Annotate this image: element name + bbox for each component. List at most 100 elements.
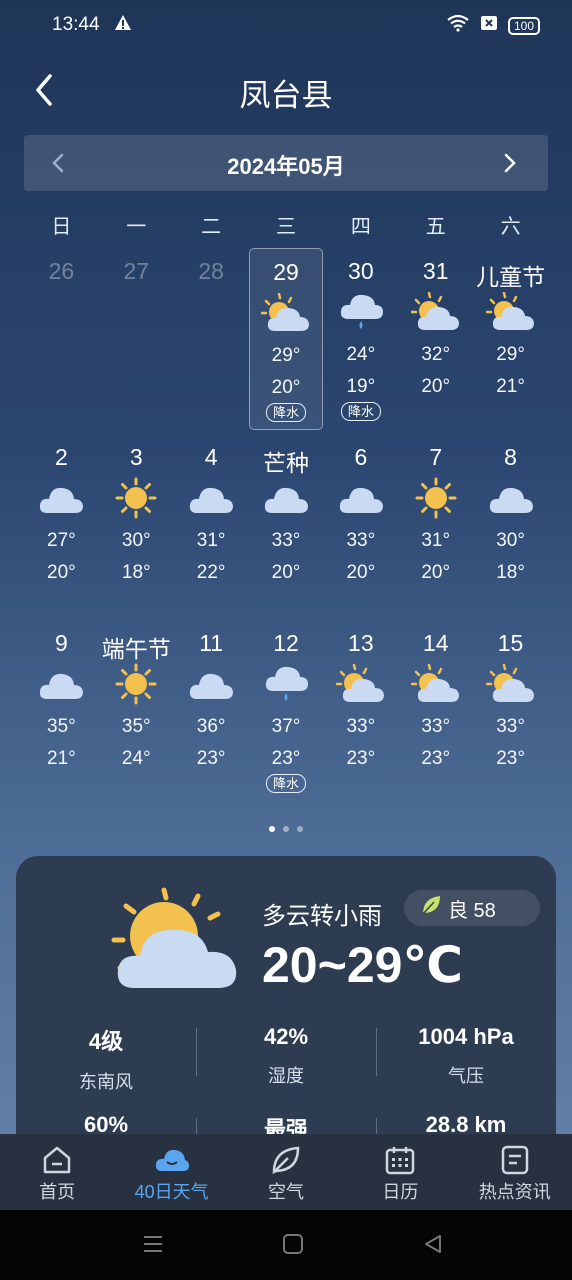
- next-month-button[interactable]: [500, 149, 524, 177]
- status-time: 13:44: [52, 14, 100, 35]
- day-number: 儿童节: [476, 264, 546, 290]
- day-number: 29: [273, 259, 299, 285]
- month-label: 2024年05月: [227, 154, 345, 179]
- aqi-value: 良 58: [448, 899, 496, 922]
- day-cell[interactable]: 芒种 33° 20°: [249, 434, 324, 620]
- low-temp: 20°: [421, 562, 451, 583]
- stat-value: 42%: [263, 1024, 309, 1049]
- sunny-icon: [99, 662, 174, 706]
- day-cell: 28: [174, 248, 249, 434]
- partly-cloudy-icon: [398, 290, 473, 334]
- low-temp: 20°: [346, 562, 376, 583]
- high-temp: 33°: [346, 530, 376, 551]
- low-temp: 20°: [271, 377, 301, 398]
- day-cell-selected[interactable]: 29 29° 20° 降水: [248, 248, 324, 430]
- weather-condition: 多云转小雨: [262, 903, 382, 930]
- weekday-label: 五: [425, 216, 446, 238]
- sim-off-icon: [480, 14, 498, 37]
- day-number: 8: [504, 444, 517, 470]
- day-number: 31: [422, 258, 449, 284]
- tab-home[interactable]: 首页: [0, 1134, 114, 1210]
- home-nav-icon[interactable]: [282, 1233, 304, 1260]
- aqi-badge[interactable]: 良 58: [404, 890, 540, 926]
- tab-40day[interactable]: 40日天气: [114, 1134, 228, 1210]
- stat-label: 湿度: [268, 1066, 304, 1086]
- day-cell[interactable]: 31 32° 20°: [398, 248, 473, 434]
- rain-icon: [249, 662, 324, 706]
- day-cell[interactable]: 3 30° 18°: [99, 434, 174, 620]
- news-icon: [458, 1142, 572, 1178]
- cloudy-icon: [24, 476, 99, 520]
- day-cell[interactable]: 7 31° 20°: [398, 434, 473, 620]
- battery-indicator: 100: [507, 16, 540, 35]
- tab-news[interactable]: 热点资讯: [458, 1134, 572, 1210]
- weekday-label: 二: [201, 216, 222, 238]
- day-number: 端午节: [101, 636, 171, 662]
- sunny-icon: [99, 476, 174, 520]
- partly-cloudy-icon: [250, 291, 323, 335]
- low-temp: 18°: [121, 562, 151, 583]
- day-cell[interactable]: 12 37° 23° 降水: [249, 620, 324, 806]
- day-cell[interactable]: 30 24° 19° 降水: [323, 248, 398, 434]
- day-number: 芒种: [262, 450, 309, 476]
- rain-badge: 降水: [265, 403, 306, 422]
- low-temp: 21°: [47, 748, 76, 769]
- stat-pressure: 1004 hPa 气压: [376, 1024, 556, 1094]
- low-temp: 18°: [496, 562, 525, 583]
- day-cell: 27: [99, 248, 174, 434]
- day-cell[interactable]: 儿童节 29° 21°: [473, 248, 548, 434]
- day-cell: 26: [24, 248, 99, 434]
- day-cell[interactable]: 端午节 35° 24°: [99, 620, 174, 806]
- cloudy-icon: [473, 476, 548, 520]
- page-indicator: [0, 826, 572, 832]
- rain-icon: [323, 290, 398, 334]
- calendar-grid: 26 27 28 29 29° 20° 降水 30 24° 19° 降水 31 32° 20° 儿童节 29°…: [24, 248, 548, 806]
- low-temp: 23°: [421, 748, 451, 769]
- high-temp: 29°: [271, 345, 301, 366]
- stat-label: 气压: [448, 1066, 484, 1086]
- tab-air[interactable]: 空气: [229, 1134, 343, 1210]
- low-temp: 23°: [196, 748, 226, 769]
- day-cell[interactable]: 6 33° 20°: [323, 434, 398, 620]
- back-nav-icon[interactable]: [422, 1233, 444, 1260]
- low-temp: 23°: [346, 748, 376, 769]
- weekday-label: 一: [126, 216, 147, 238]
- day-number: 4: [204, 444, 218, 470]
- cloudy-icon: [323, 476, 398, 520]
- day-cell[interactable]: 4 31° 22°: [174, 434, 249, 620]
- day-number: 12: [273, 630, 299, 656]
- day-cell[interactable]: 14 33° 23°: [398, 620, 473, 806]
- day-number: 13: [348, 630, 374, 656]
- tab-calendar[interactable]: 日历: [343, 1134, 457, 1210]
- low-temp: 23°: [496, 748, 525, 769]
- menu-nav-icon[interactable]: [142, 1233, 164, 1260]
- day-number: 26: [48, 258, 75, 284]
- day-number: 30: [348, 258, 374, 284]
- tab-label: 热点资讯: [478, 1182, 551, 1202]
- high-temp: 27°: [47, 530, 76, 551]
- day-cell[interactable]: 8 30° 18°: [473, 434, 548, 620]
- day-cell[interactable]: 9 35° 21°: [24, 620, 99, 806]
- high-temp: 24°: [346, 344, 376, 365]
- day-cell[interactable]: 11 36° 23°: [174, 620, 249, 806]
- day-cell[interactable]: 13 33° 23°: [323, 620, 398, 806]
- day-cell[interactable]: 15 33° 23°: [473, 620, 548, 806]
- weekday-label: 六: [500, 216, 521, 238]
- partly-cloudy-icon: [473, 662, 548, 706]
- low-temp: 20°: [47, 562, 76, 583]
- page-dot: [297, 826, 303, 832]
- low-temp: 22°: [196, 562, 226, 583]
- low-temp: 21°: [496, 376, 525, 397]
- day-number: 9: [55, 630, 68, 656]
- page-title: 凤台县: [239, 78, 333, 113]
- high-temp: 30°: [496, 530, 525, 551]
- high-temp: 31°: [421, 530, 451, 551]
- weekday-label: 日: [51, 216, 72, 238]
- day-number: 7: [429, 444, 443, 470]
- cloudy-icon: [174, 662, 249, 706]
- tab-label: 首页: [39, 1182, 76, 1202]
- weekday-label: 三: [275, 216, 296, 238]
- day-cell[interactable]: 2 27° 20°: [24, 434, 99, 620]
- weather-detail-card[interactable]: 多云转小雨 良 58 20~29℃ 4级 东南风 42% 湿度 1004 hPa…: [16, 856, 556, 1158]
- weekday-header: 日 一 二 三 四 五 六: [24, 210, 548, 239]
